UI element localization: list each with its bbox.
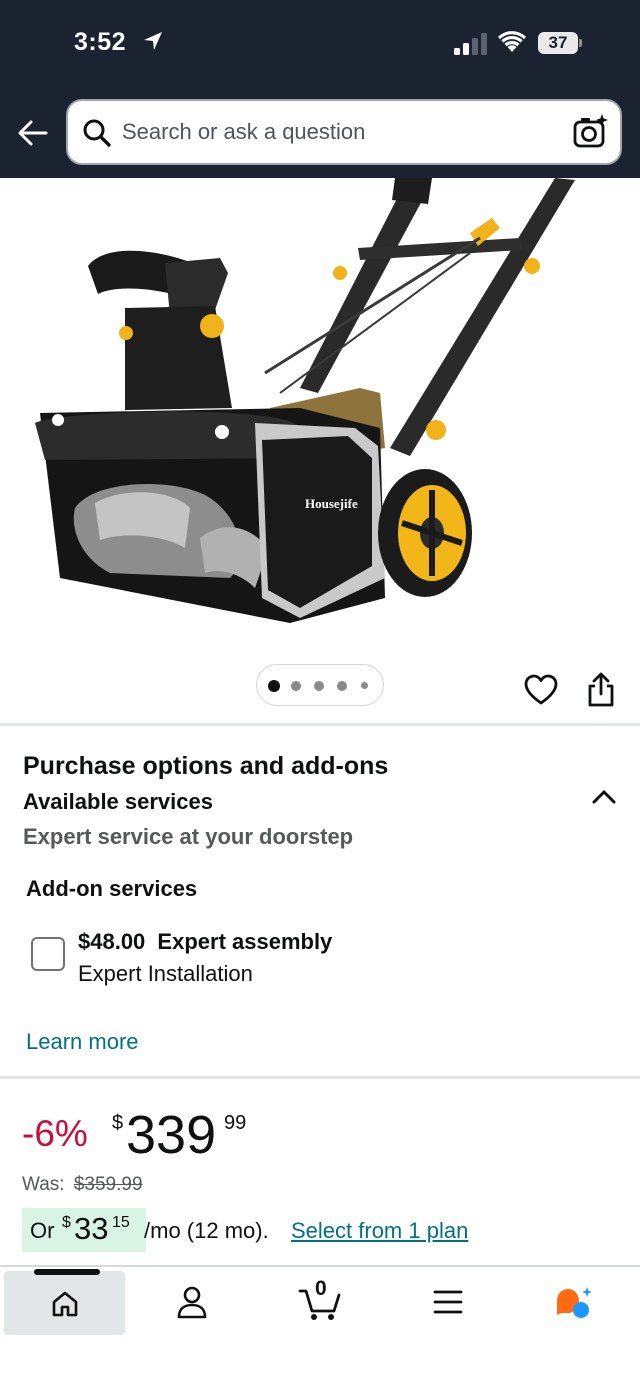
snow-blower-illustration: Housejife bbox=[35, 178, 575, 623]
select-plan-link[interactable]: Select from 1 plan bbox=[291, 1218, 468, 1244]
carousel-dot[interactable] bbox=[314, 681, 324, 691]
monthly-or: Or bbox=[30, 1218, 55, 1243]
camera-icon[interactable] bbox=[572, 114, 608, 150]
was-price-row: Was: $359.99 bbox=[22, 1174, 143, 1196]
monthly-fraction: 15 bbox=[112, 1214, 130, 1231]
monthly-terms: /mo (12 mo). bbox=[144, 1218, 269, 1243]
nav-active-indicator bbox=[34, 1269, 100, 1275]
carousel-dot[interactable] bbox=[361, 682, 368, 689]
location-arrow-icon bbox=[144, 32, 162, 50]
home-icon bbox=[52, 1291, 78, 1317]
monthly-whole: 33 bbox=[74, 1211, 109, 1246]
carousel-dot[interactable] bbox=[291, 681, 301, 691]
status-time: 3:52 bbox=[74, 28, 127, 56]
addon-price: $48.00 bbox=[78, 929, 146, 954]
wifi-icon bbox=[498, 31, 526, 52]
addon-services-title: Add-on services bbox=[26, 876, 198, 901]
section-divider bbox=[0, 1076, 640, 1079]
menu-icon bbox=[433, 1290, 463, 1314]
purchase-options-title: Purchase options and add-ons bbox=[23, 752, 389, 780]
cellular-signal-icon bbox=[454, 33, 487, 55]
brand-logo: Housejife bbox=[305, 496, 358, 511]
carousel-dot[interactable] bbox=[268, 680, 280, 692]
cart-count: 0 bbox=[315, 1277, 327, 1300]
nav-home[interactable] bbox=[4, 1269, 125, 1335]
was-label: Was: bbox=[22, 1174, 65, 1195]
addon-name: Expert assembly bbox=[157, 929, 333, 954]
battery-level: 37 bbox=[548, 33, 568, 52]
rufus-icon bbox=[557, 1287, 592, 1318]
nav-menu[interactable] bbox=[432, 1289, 464, 1320]
back-arrow-icon[interactable] bbox=[16, 116, 50, 150]
search-bar[interactable] bbox=[66, 99, 622, 165]
share-icon[interactable] bbox=[586, 672, 616, 708]
price-whole: 339 bbox=[126, 1105, 217, 1165]
learn-more-link[interactable]: Learn more bbox=[26, 1029, 139, 1055]
search-icon bbox=[83, 119, 111, 147]
search-input[interactable] bbox=[122, 101, 552, 163]
product-image[interactable]: Housejife bbox=[0, 178, 640, 726]
addon-option[interactable]: $48.00 Expert assembly bbox=[78, 929, 332, 955]
services-description: Expert service at your doorstep bbox=[23, 824, 354, 849]
section-divider bbox=[0, 723, 640, 726]
expert-assembly-checkbox[interactable] bbox=[31, 937, 65, 971]
nav-account[interactable] bbox=[176, 1285, 208, 1324]
image-carousel-dots[interactable] bbox=[256, 664, 384, 706]
carousel-dot[interactable] bbox=[337, 681, 347, 691]
bottom-navigation: 0 bbox=[0, 1265, 640, 1388]
battery-indicator: 37 bbox=[538, 32, 582, 54]
available-services-label: Available services bbox=[23, 789, 213, 814]
was-price: $359.99 bbox=[73, 1174, 143, 1195]
heart-icon[interactable] bbox=[524, 674, 558, 706]
app-header: 3:52 37 bbox=[0, 0, 640, 178]
addon-subtitle: Expert Installation bbox=[78, 961, 253, 986]
account-icon bbox=[177, 1286, 207, 1319]
discount-percentage: -6% bbox=[22, 1113, 88, 1154]
chevron-up-icon[interactable] bbox=[590, 787, 618, 807]
nav-cart[interactable]: 0 bbox=[298, 1277, 342, 1326]
price-fraction: 99 bbox=[224, 1112, 247, 1134]
nav-rufus[interactable] bbox=[553, 1285, 595, 1326]
monthly-symbol: $ bbox=[62, 1214, 71, 1231]
price-symbol: $ bbox=[112, 1112, 124, 1134]
